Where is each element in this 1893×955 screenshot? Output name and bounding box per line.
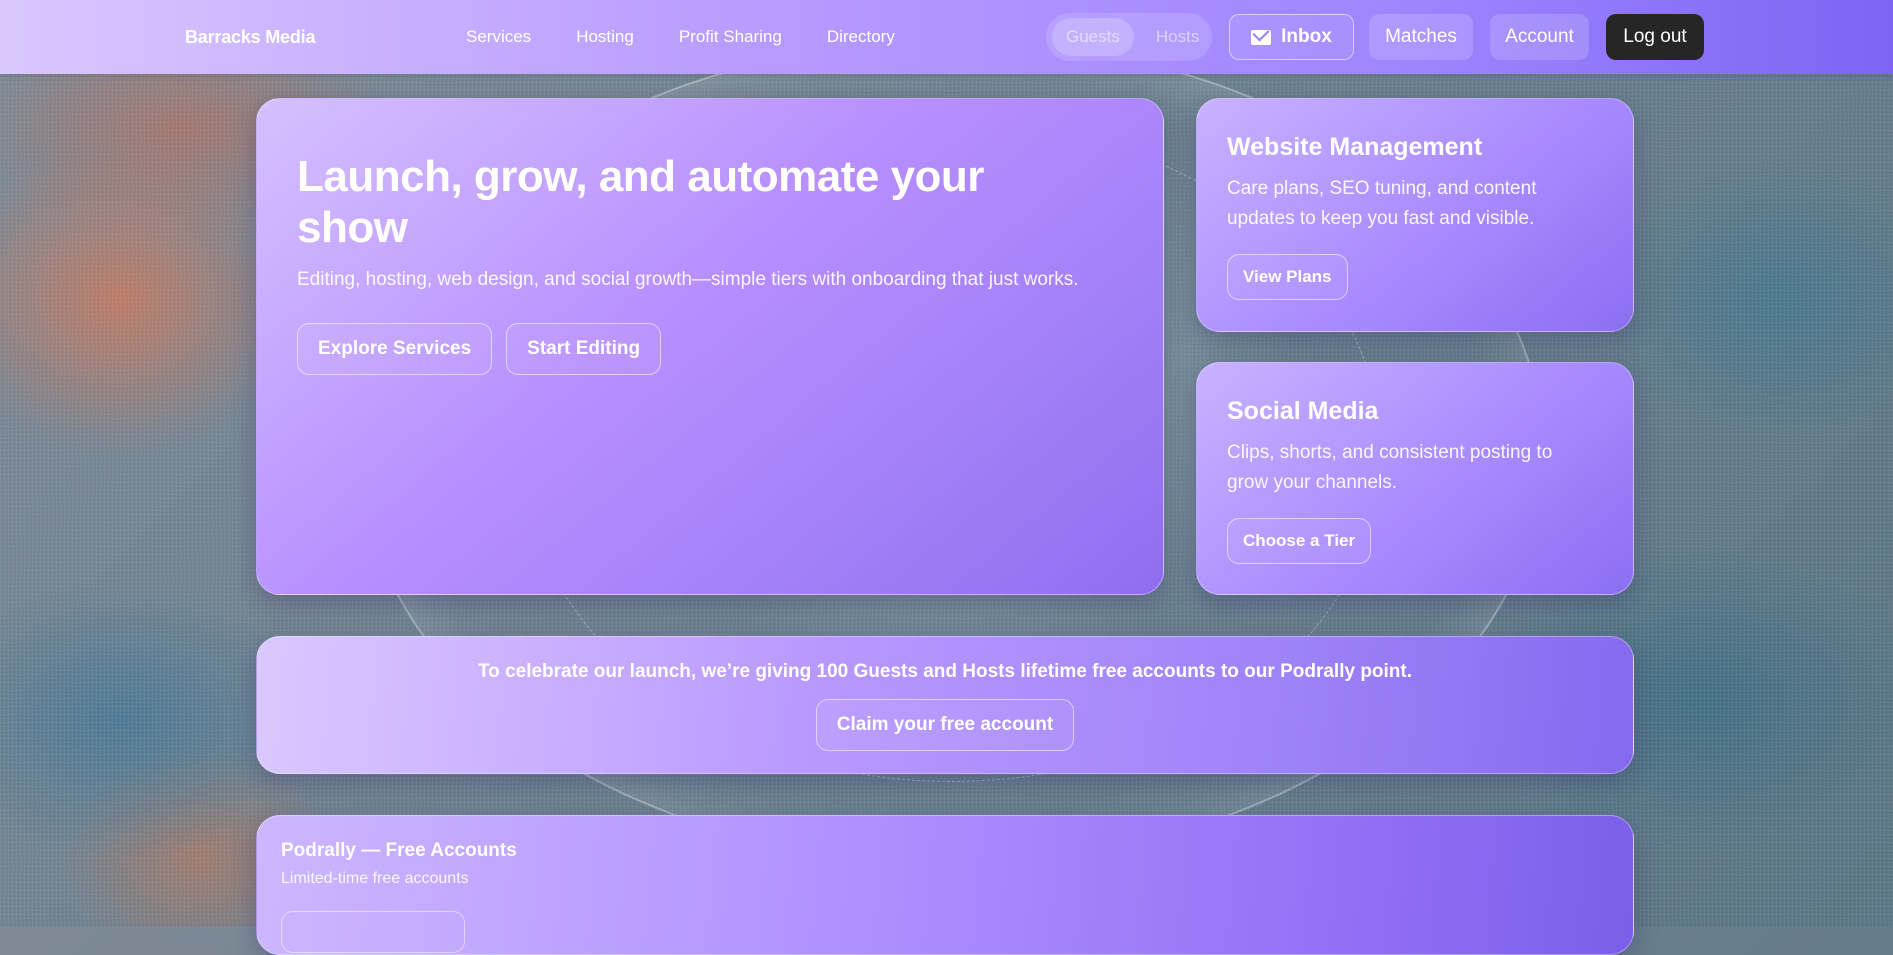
podrally-action-button[interactable] <box>281 911 465 953</box>
main-nav: Services Hosting Profit Sharing Director… <box>466 27 895 47</box>
nav-link-profit-sharing[interactable]: Profit Sharing <box>679 27 782 47</box>
podrally-free-accounts-card: Podrally — Free Accounts Limited-time fr… <box>256 815 1634 955</box>
inbox-button[interactable]: Inbox <box>1229 14 1354 60</box>
choose-tier-button[interactable]: Choose a Tier <box>1227 518 1372 564</box>
hero-actions: Explore Services Start Editing <box>297 323 1123 375</box>
matches-button[interactable]: Matches <box>1369 14 1473 60</box>
launch-promo-banner: To celebrate our launch, we’re giving 10… <box>256 636 1634 774</box>
top-navbar: Barracks Media Services Hosting Profit S… <box>0 0 1893 74</box>
start-editing-button[interactable]: Start Editing <box>506 323 662 375</box>
mail-icon <box>1251 29 1272 45</box>
nav-link-directory[interactable]: Directory <box>827 27 895 47</box>
role-toggle: Guests Hosts <box>1046 13 1212 61</box>
hero-subtitle: Editing, hosting, web design, and social… <box>297 269 1079 290</box>
brand-logo[interactable]: Barracks Media <box>185 27 315 48</box>
role-toggle-guests[interactable]: Guests <box>1052 18 1134 56</box>
claim-free-account-button[interactable]: Claim your free account <box>815 699 1075 751</box>
view-plans-button[interactable]: View Plans <box>1227 254 1348 300</box>
logout-button[interactable]: Log out <box>1606 14 1704 60</box>
card-text: Care plans, SEO tuning, and content upda… <box>1227 178 1537 229</box>
promo-text-after: Guests and Hosts lifetime free accounts … <box>848 661 1413 682</box>
account-button[interactable]: Account <box>1490 14 1589 60</box>
hero-title: Launch, grow, and automate your show <box>297 152 984 252</box>
promo-text-before: To celebrate our launch, we’re giving <box>477 661 817 682</box>
card-text: Clips, shorts, and consistent posting to… <box>1227 442 1553 493</box>
promo-text: To celebrate our launch, we’re giving 10… <box>257 661 1633 683</box>
podrally-title: Podrally — Free Accounts <box>281 840 517 861</box>
nav-link-services[interactable]: Services <box>466 27 531 47</box>
hero-card: Launch, grow, and automate your show Edi… <box>256 98 1164 595</box>
social-media-card: Social Media Clips, shorts, and consiste… <box>1196 362 1634 595</box>
inbox-label: Inbox <box>1281 26 1332 47</box>
card-title: Social Media <box>1227 397 1379 425</box>
promo-highlight: 100 <box>816 661 849 682</box>
nav-link-hosting[interactable]: Hosting <box>576 27 634 47</box>
role-toggle-hosts[interactable]: Hosts <box>1142 18 1213 56</box>
podrally-subtitle: Limited-time free accounts <box>281 870 469 887</box>
card-title: Website Management <box>1227 133 1483 161</box>
explore-services-button[interactable]: Explore Services <box>297 323 493 375</box>
website-management-card: Website Management Care plans, SEO tunin… <box>1196 98 1634 332</box>
